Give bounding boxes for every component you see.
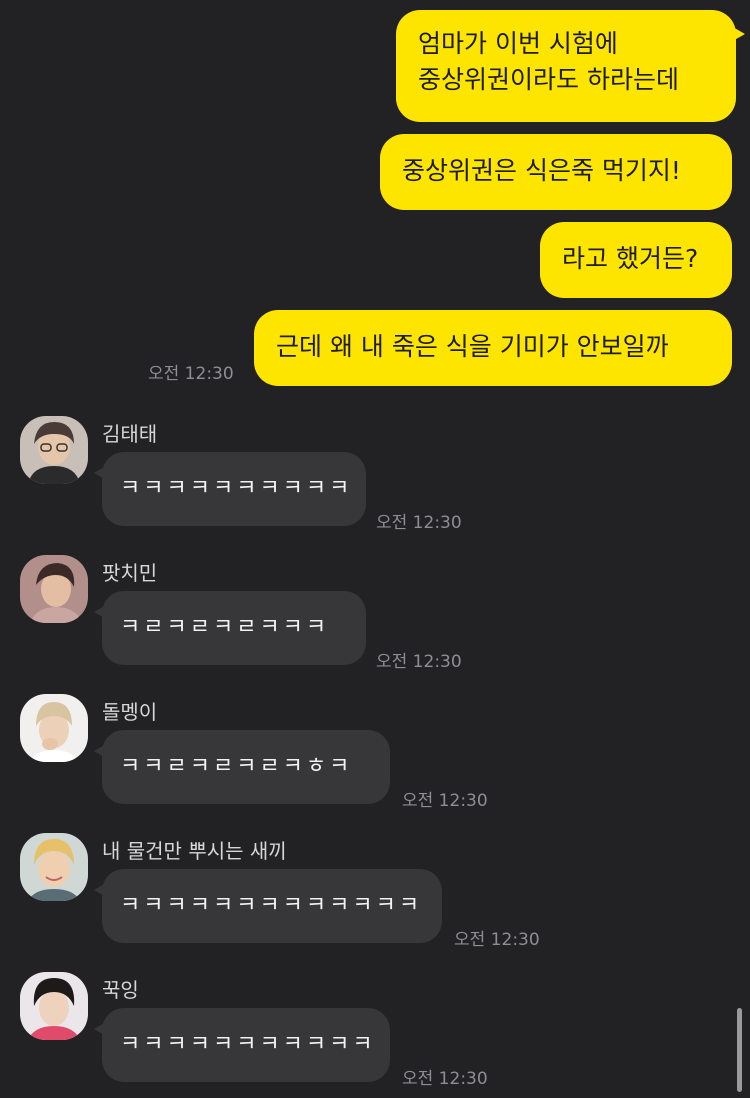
received-message-bubble[interactable]: ㅋㅋㅋㅋㅋㅋㅋㅋㅋㅋㅋㅋㅋ xyxy=(94,869,442,943)
message-timestamp: 오전 12:30 xyxy=(402,1069,488,1089)
message-text: ㅋㅋㅋㅋㅋㅋㅋㅋㅋㅋㅋ xyxy=(120,1032,376,1057)
received-message-bubble[interactable]: ㅋㅋㅋㅋㅋㅋㅋㅋㅋㅋㅋ xyxy=(94,1008,390,1082)
avatar-image-icon xyxy=(20,833,88,901)
sent-message-bubble[interactable]: 엄마가 이번 시험에 중상위권이라도 하라는데 xyxy=(396,10,745,122)
message-text: 중상위권이라도 하라는데 xyxy=(418,65,679,94)
message-text: 중상위권은 식은죽 먹기지! xyxy=(402,156,681,185)
profile-avatar[interactable] xyxy=(20,416,88,484)
received-message-bubble[interactable]: ㅋㅋㅋㅋㅋㅋㅋㅋㅋㅋ xyxy=(94,452,366,526)
message-timestamp: 오전 12:30 xyxy=(454,930,540,950)
sender-name: 돌멩이 xyxy=(102,700,158,724)
avatar-image-icon xyxy=(20,972,88,1040)
sent-message-bubble[interactable]: 근데 왜 내 죽은 식을 기미가 안보일까 xyxy=(254,310,732,386)
scrollbar[interactable] xyxy=(737,1008,742,1092)
message-text: 엄마가 이번 시험에 xyxy=(418,29,618,58)
profile-avatar[interactable] xyxy=(20,972,88,1040)
sender-name: 김태태 xyxy=(102,422,158,446)
message-text: 라고 했거든? xyxy=(562,244,699,273)
avatar-image-icon xyxy=(20,416,88,484)
sent-message-bubble[interactable]: 중상위권은 식은죽 먹기지! xyxy=(380,134,732,210)
message-text: ㅋㅋㄹㅋㄹㅋㄹㅋㅎㅋ xyxy=(120,754,353,779)
avatar-image-icon xyxy=(20,555,88,623)
message-text: ㅋㄹㅋㄹㅋㄹㅋㅋㅋ xyxy=(120,615,330,640)
sender-name: 팟치민 xyxy=(102,561,158,585)
profile-avatar[interactable] xyxy=(20,694,88,762)
message-timestamp: 오전 12:30 xyxy=(402,791,488,811)
received-message-bubble[interactable]: ㅋㅋㄹㅋㄹㅋㄹㅋㅎㅋ xyxy=(94,730,390,804)
sender-name: 내 물건만 뿌시는 새끼 xyxy=(102,839,287,863)
message-timestamp: 오전 12:30 xyxy=(376,652,462,672)
sent-message-bubble[interactable]: 라고 했거든? xyxy=(540,222,732,298)
avatar-image-icon xyxy=(20,694,88,762)
profile-avatar[interactable] xyxy=(20,555,88,623)
message-text: ㅋㅋㅋㅋㅋㅋㅋㅋㅋㅋㅋㅋㅋ xyxy=(120,893,423,918)
message-timestamp: 오전 12:30 xyxy=(376,513,462,533)
profile-avatar[interactable] xyxy=(20,833,88,901)
received-message-bubble[interactable]: ㅋㄹㅋㄹㅋㄹㅋㅋㅋ xyxy=(94,591,366,665)
sender-name: 꾹잉 xyxy=(102,978,139,1002)
message-timestamp: 오전 12:30 xyxy=(148,364,234,384)
message-text: 근데 왜 내 죽은 식을 기미가 안보일까 xyxy=(276,332,669,361)
message-text: ㅋㅋㅋㅋㅋㅋㅋㅋㅋㅋ xyxy=(120,476,353,501)
